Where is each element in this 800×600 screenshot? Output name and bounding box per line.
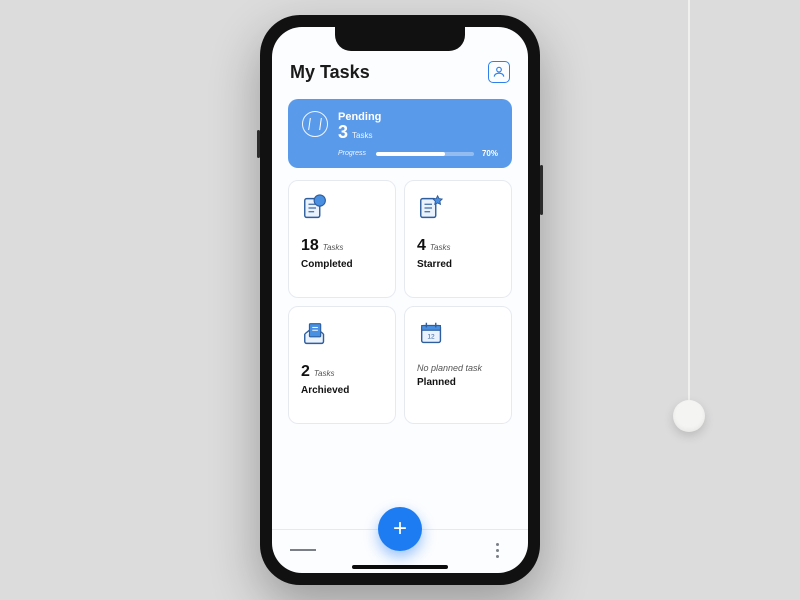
phone-frame: My Tasks Pending 3 Tasks Progress <box>260 15 540 585</box>
starred-unit: Tasks <box>430 243 451 252</box>
add-task-button[interactable]: + <box>378 507 422 551</box>
tile-starred[interactable]: 4 Tasks Starred <box>404 180 512 298</box>
progress-percent: 70% <box>482 149 498 158</box>
starred-count: 4 <box>417 237 426 255</box>
home-indicator <box>352 565 448 569</box>
starred-list-icon <box>417 193 447 223</box>
decorative-knob <box>673 400 705 432</box>
tile-planned[interactable]: 12 No planned task Planned <box>404 306 512 424</box>
archived-title: Archieved <box>301 385 383 396</box>
progress-fill <box>376 152 445 156</box>
phone-notch <box>335 27 465 51</box>
archived-unit: Tasks <box>314 369 335 378</box>
completed-count: 18 <box>301 237 319 255</box>
app-screen: My Tasks Pending 3 Tasks Progress <box>272 27 528 573</box>
progress-bar <box>376 152 474 156</box>
decorative-track <box>688 0 690 416</box>
pending-card[interactable]: Pending 3 Tasks Progress 70% <box>288 99 512 168</box>
archived-count: 2 <box>301 363 310 381</box>
completed-title: Completed <box>301 259 383 270</box>
completed-unit: Tasks <box>323 243 344 252</box>
page-title: My Tasks <box>290 62 370 83</box>
tile-archived[interactable]: 2 Tasks Archieved <box>288 306 396 424</box>
pending-count: 3 <box>338 122 348 143</box>
tile-completed[interactable]: 18 Tasks Completed <box>288 180 396 298</box>
progress-label: Progress <box>338 150 366 157</box>
planned-title: Planned <box>417 377 499 388</box>
pending-unit: Tasks <box>352 131 372 140</box>
starred-title: Starred <box>417 259 499 270</box>
more-options-button[interactable] <box>484 537 510 563</box>
svg-text:12: 12 <box>427 334 435 341</box>
archive-icon <box>301 319 331 349</box>
calendar-icon: 12 <box>417 319 447 349</box>
tiles-grid: 18 Tasks Completed 4 Tas <box>288 180 512 424</box>
hourglass-icon <box>302 111 328 137</box>
planned-empty: No planned task <box>417 363 499 373</box>
plus-icon: + <box>393 515 407 543</box>
profile-icon <box>492 65 506 79</box>
bottom-bar: + <box>272 507 528 573</box>
hamburger-menu-button[interactable] <box>290 537 316 563</box>
checklist-icon <box>301 193 331 223</box>
profile-button[interactable] <box>488 61 510 83</box>
